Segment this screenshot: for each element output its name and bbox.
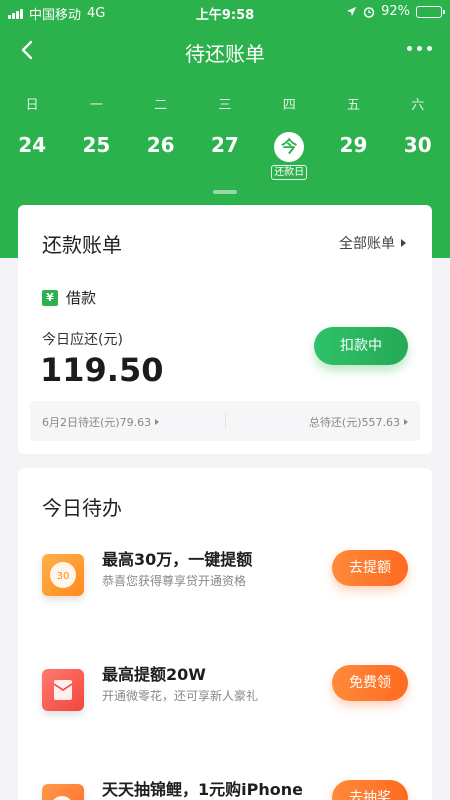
loan-type-label: 借款 [66, 289, 97, 307]
date-number: 26 [146, 133, 175, 157]
weekday-label: 五 [346, 98, 360, 113]
weekday-label: 日 [25, 98, 39, 113]
lucky-draw-button[interactable]: 去抽奖 [332, 780, 408, 800]
weekday-label: 四 [282, 98, 296, 113]
todo-title: 最高30万，一键提额 [102, 550, 253, 569]
todo-item: 30 最高30万，一键提额 恭喜您获得尊享贷开通资格 去提额 [42, 544, 408, 604]
chevron-right-icon [155, 419, 160, 425]
location-icon [347, 6, 357, 17]
calendar-day[interactable]: 六 30 [386, 94, 450, 180]
calendar-day[interactable]: 日 24 [0, 94, 64, 180]
calendar-day[interactable]: 五 29 [321, 94, 385, 180]
todo-card: 今日待办 30 最高30万，一键提额 恭喜您获得尊享贷开通资格 去提额 最高提额… [18, 468, 432, 800]
date-number: 24 [18, 133, 47, 157]
card-title: 今日待办 [42, 496, 122, 520]
all-bills-label: 全部账单 [339, 236, 395, 252]
yen-icon: ¥ [42, 289, 58, 306]
chevron-right-icon [404, 419, 408, 425]
todo-title: 最高提额20W [102, 665, 206, 684]
status-bar: 中国移动 4G 上午9:58 92% [0, 0, 450, 24]
deducting-button[interactable]: 扣款中 [314, 327, 408, 365]
alarm-icon [363, 6, 375, 18]
today-marker: 今 [257, 130, 321, 162]
todo-item: 天天抽锦鲤，1元购iPhone 去抽奖 [42, 774, 408, 800]
drag-handle[interactable] [213, 190, 237, 194]
weekday-label: 一 [89, 98, 103, 113]
more-dots-icon[interactable] [407, 46, 432, 51]
calendar-day-today[interactable]: 四今还款日 [257, 94, 321, 180]
divider [225, 413, 226, 429]
raise-limit-button[interactable]: 去提额 [332, 550, 408, 586]
todo-subtitle: 恭喜您获得尊享贷开通资格 [102, 574, 247, 588]
calendar-day[interactable]: 二 26 [129, 94, 193, 180]
card-title: 还款账单 [42, 233, 122, 257]
repay-day-tag: 还款日 [271, 165, 308, 180]
due-summary-bar: 6月2日待还(元)79.63 总待还(元)557.63 [30, 401, 420, 441]
nav-bar: 待还账单 [0, 30, 450, 70]
chevron-right-icon [401, 239, 406, 247]
battery-percent: 92% [381, 4, 410, 19]
calendar-day[interactable]: 三 27 [193, 94, 257, 180]
weekday-label: 六 [411, 98, 425, 113]
next-due-label: 6月2日待还(元)79.63 [42, 416, 152, 429]
date-number: 27 [211, 133, 239, 157]
next-due-link[interactable]: 6月2日待还(元)79.63 [42, 414, 160, 430]
battery-icon [416, 5, 445, 18]
date-number: 29 [339, 133, 368, 157]
week-calendar: 日 24 一 25 二 26 三 27 四今还款日 五 29 六 30 [0, 94, 450, 180]
todo-title: 天天抽锦鲤，1元购iPhone [102, 780, 303, 799]
total-due-link[interactable]: 总待还(元)557.63 [309, 414, 408, 430]
page-title: 待还账单 [185, 42, 265, 66]
weekday-label: 二 [154, 98, 168, 113]
koi-fish-icon [42, 784, 84, 800]
due-today-label: 今日应还(元) [42, 332, 123, 348]
all-bills-link[interactable]: 全部账单 [339, 233, 406, 253]
credit-limit-value: 30 [57, 571, 70, 582]
todo-subtitle: 开通微零花，还可享新人豪礼 [102, 689, 259, 703]
date-number: 30 [403, 133, 432, 157]
calendar-day[interactable]: 一 25 [64, 94, 128, 180]
todo-item: 最高提额20W 开通微零花，还可享新人豪礼 免费领 [42, 659, 408, 719]
credit-limit-icon: 30 [42, 554, 84, 596]
claim-free-button[interactable]: 免费领 [332, 665, 408, 701]
loan-type-row: ¥ 借款 [42, 287, 96, 308]
date-number: 25 [82, 133, 111, 157]
weekday-label: 三 [218, 98, 232, 113]
total-due-label: 总待还(元)557.63 [308, 416, 400, 429]
red-envelope-icon [42, 669, 84, 711]
due-today-amount: 119.50 [40, 351, 164, 389]
today-date: 今 [274, 132, 305, 162]
repay-bill-card: 还款账单 全部账单 ¥ 借款 今日应还(元) 119.50 扣款中 6月2日待还… [18, 205, 432, 454]
